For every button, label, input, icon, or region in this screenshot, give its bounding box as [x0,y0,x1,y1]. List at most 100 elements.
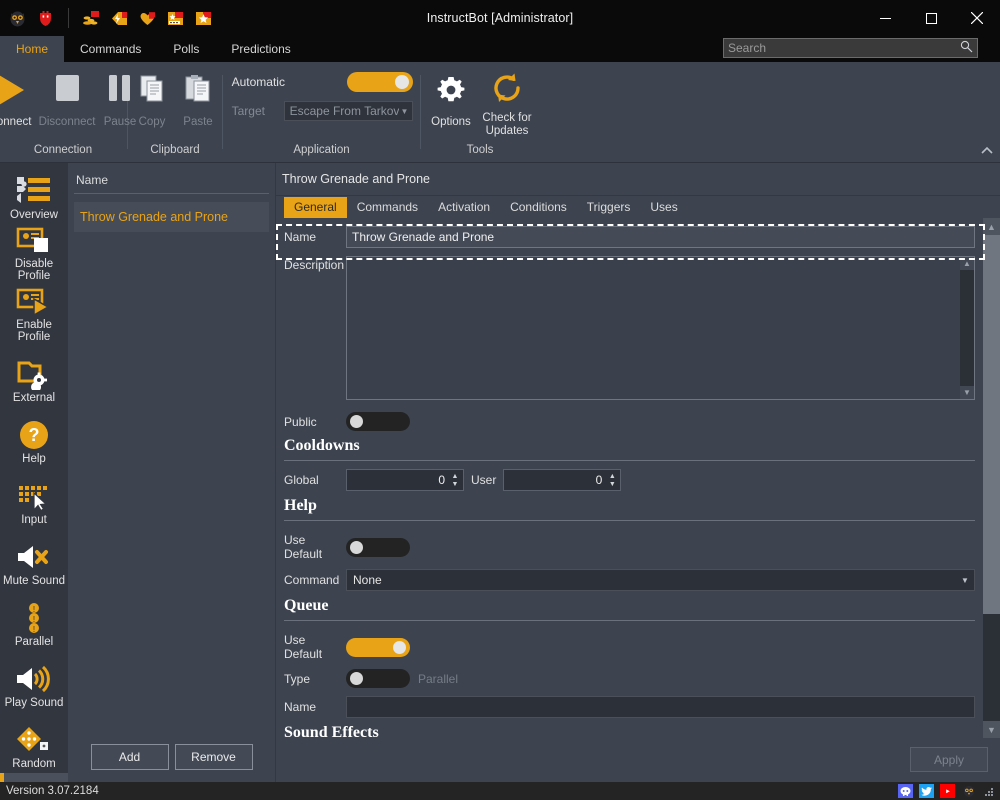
heart-icon[interactable] [138,9,157,28]
ribbon-tab-commands[interactable]: Commands [64,36,157,62]
queue-name-input[interactable] [346,696,975,718]
scroll-down-icon[interactable]: ▼ [960,386,974,399]
sidebar-item-input[interactable]: Input [0,468,68,529]
search-box[interactable] [723,38,978,58]
tab-commands[interactable]: Commands [347,197,428,218]
tab-uses[interactable]: Uses [640,197,687,218]
ribbon-tab-predictions[interactable]: Predictions [215,36,306,62]
copy-label: Copy [138,116,166,128]
help-use-default-toggle[interactable] [346,537,410,557]
queue-use-default-toggle[interactable] [346,637,410,657]
search-icon[interactable] [960,40,973,56]
resize-grip-icon[interactable] [984,786,994,796]
sidebar-label-help: Help [22,453,46,465]
mute-sound-icon [14,539,54,575]
spin-up-icon[interactable]: ▲ [609,473,616,480]
add-button[interactable]: Add [90,744,169,770]
gold-coins-icon[interactable] [82,9,101,28]
spinner-arrows[interactable]: ▲ ▼ [449,470,463,490]
sidebar-item-disable-profile[interactable]: Disable Profile [0,224,68,285]
ribbon-group-application: Automatic Target Escape From Tarkov ▼ Ap… [224,62,419,162]
ribbon-tab-home[interactable]: Home [0,36,65,62]
name-input[interactable] [346,226,975,248]
sidebar-item-overview[interactable]: Overview [0,163,68,224]
scroll-up-icon[interactable]: ▲ [960,257,974,270]
ribbon-collapse-chevron-icon[interactable] [980,144,994,158]
field-row-help-use-default: Use Default [276,527,983,563]
description-scrollbar[interactable]: ▲ ▼ [960,257,974,399]
tab-general[interactable]: General [284,197,347,218]
copy-button[interactable]: Copy [129,69,175,129]
close-button[interactable] [954,0,1000,36]
search-input[interactable] [728,41,960,55]
youtube-icon[interactable] [940,784,955,798]
sidebar-item-play-sound[interactable]: Play Sound [0,651,68,712]
detail-panel: Throw Grenade and Prone General Commands… [276,163,1000,782]
lightning-tag-icon[interactable] [110,9,129,28]
apply-button[interactable]: Apply [910,747,988,772]
svg-text:?: ? [29,425,40,445]
queue-type-label: Type [284,671,311,686]
disconnect-button[interactable]: Disconnect [39,69,95,129]
help-command-value: None [353,573,382,587]
help-command-combobox[interactable]: None ▼ [346,569,975,591]
command-list-panel: Name Throw Grenade and Prone Add Remove [68,163,276,782]
section-heading-sound-effects: Sound Effects [284,724,379,738]
target-value: Escape From Tarkov [289,104,400,118]
maximize-button[interactable] [908,0,954,36]
spin-down-icon[interactable]: ▼ [609,481,616,488]
user-cooldown-spinner[interactable]: 0 ▲ ▼ [503,469,622,491]
sidebar-item-sequential[interactable]: ! ! ! Sequential [0,773,68,782]
description-textarea[interactable] [346,256,975,400]
owl-logo-icon[interactable] [8,9,27,28]
star-card-icon[interactable] [166,9,185,28]
global-cooldown-spinner[interactable]: 0 ▲ ▼ [346,469,464,491]
svg-text:!: ! [33,625,35,634]
field-row-queue-type: Type Parallel [276,663,983,690]
sidebar-item-mute-sound[interactable]: Mute Sound [0,529,68,590]
check-for-updates-button[interactable]: Check for Updates [478,69,536,138]
tab-activation[interactable]: Activation [428,197,500,218]
scrollbar-thumb[interactable] [983,235,1000,615]
description-field[interactable]: ▲ ▼ [346,256,975,400]
sidebar-label-external: External [12,392,56,404]
sidebar-item-parallel[interactable]: ! ! ! Parallel [0,590,68,651]
owl-logo-icon[interactable] [961,784,976,798]
scroll-down-icon[interactable]: ▼ [983,721,1000,738]
minimize-button[interactable] [862,0,908,36]
description-label: Description [284,258,345,272]
discord-icon[interactable] [898,784,913,798]
automatic-toggle[interactable] [347,72,414,92]
red-plug-icon[interactable] [36,9,55,28]
connect-button[interactable]: Connect [0,69,39,129]
spin-up-icon[interactable]: ▲ [452,473,459,480]
options-button[interactable]: Options [424,69,478,129]
ribbon-tab-polls[interactable]: Polls [157,36,215,62]
sidebar-item-help[interactable]: ? Help [0,407,68,468]
star-square-icon[interactable] [194,9,213,28]
parallel-coins-icon: ! ! ! [17,600,51,636]
scrollbar-track[interactable] [983,235,1000,721]
sidebar-item-enable-profile[interactable]: Enable Profile [0,285,68,346]
target-combobox[interactable]: Escape From Tarkov ▼ [283,101,414,121]
twitter-icon[interactable] [919,784,934,798]
scroll-up-icon[interactable]: ▲ [983,218,1000,235]
public-toggle[interactable] [346,412,410,431]
remove-button[interactable]: Remove [174,744,253,770]
tab-conditions[interactable]: Conditions [500,197,577,218]
sidebar-item-external[interactable]: External [0,346,68,407]
field-row-description: Description ▲ ▼ [276,250,983,402]
overview-list-icon [14,173,54,209]
tab-triggers[interactable]: Triggers [577,197,641,218]
list-item[interactable]: Throw Grenade and Prone [74,202,269,232]
scrollbar-thumb[interactable] [960,270,974,386]
sidebar-label-play-sound: Play Sound [4,697,64,709]
sidebar-label-mute-sound: Mute Sound [2,575,65,587]
queue-type-toggle[interactable] [346,669,410,688]
spinner-arrows[interactable]: ▲ ▼ [606,470,620,490]
spin-down-icon[interactable]: ▼ [452,481,459,488]
paste-button[interactable]: Paste [175,69,221,129]
form-scrollbar[interactable]: ▲ ▼ [983,218,1000,738]
status-bar-links [898,784,998,798]
sidebar-item-random[interactable]: Random [0,712,68,773]
